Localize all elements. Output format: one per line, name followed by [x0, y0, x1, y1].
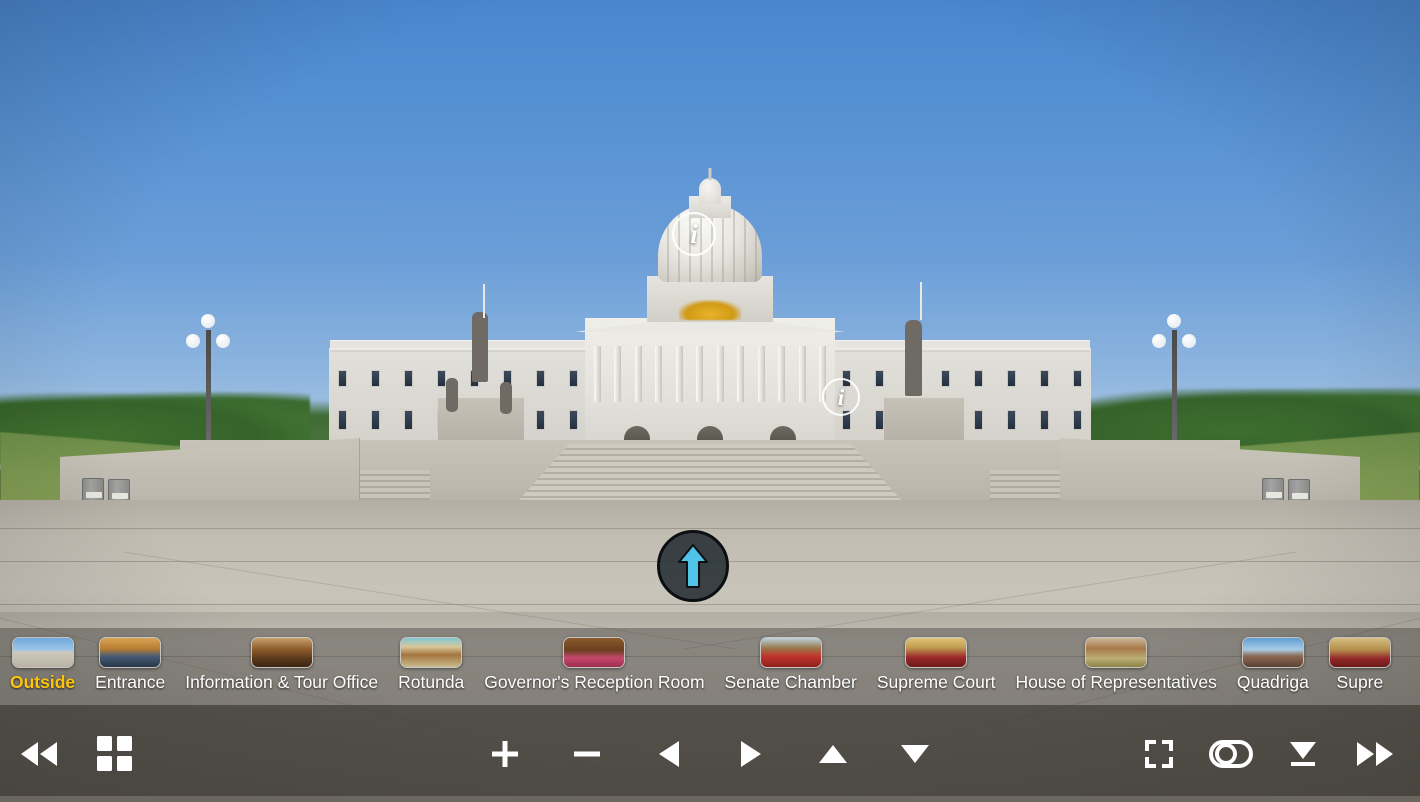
hide-thumbnails-icon[interactable]	[1278, 729, 1328, 779]
fullscreen-icon[interactable]	[1134, 729, 1184, 779]
rewind-icon[interactable]	[14, 729, 64, 779]
lamp-globe-left-b	[216, 334, 230, 348]
thumbnail-label: House of Representatives	[1015, 672, 1217, 692]
lamp-globe-left-a	[186, 334, 200, 348]
pan-right-icon[interactable]	[726, 729, 776, 779]
thumbnail-label: Rotunda	[398, 672, 465, 692]
fast-forward-glyph	[1357, 741, 1393, 766]
thumbnail-label: Quadriga	[1236, 672, 1309, 692]
thumbnail-preview-image	[905, 637, 968, 668]
pan-left-icon[interactable]	[644, 729, 694, 779]
monument-figure-left-a	[446, 378, 458, 412]
grid-glyph	[97, 735, 132, 771]
info-hotspot-facade[interactable]: i	[822, 378, 860, 416]
collapse-glyph	[1290, 741, 1316, 766]
thumbnail-preview-image	[1241, 637, 1304, 668]
lamp-post-right	[1172, 330, 1177, 448]
thumbnail-preview-image	[759, 637, 822, 668]
thumbnail-outside[interactable]: Outside	[0, 628, 85, 692]
window-bottom-edge	[0, 796, 1420, 802]
thumbnail-governor-s-reception-room[interactable]: Governor's Reception Room	[474, 628, 714, 692]
thumbnail-house-of-representatives[interactable]: House of Representatives	[1006, 628, 1227, 692]
plaza-seam	[0, 604, 1420, 605]
lamp-globe-right-top	[1167, 314, 1181, 328]
thumbnail-preview-image	[1085, 637, 1148, 668]
thumbnail-label: Senate Chamber	[724, 672, 857, 692]
thumbnail-preview-image	[1328, 637, 1391, 668]
quadriga-statue	[679, 300, 741, 320]
monument-figure-left-b	[500, 382, 512, 414]
grid-view-icon[interactable]	[90, 729, 140, 779]
thumbnail-preview-image	[563, 637, 626, 668]
thumbnail-label: Governor's Reception Room	[484, 672, 705, 692]
info-hotspot-glyph: i	[690, 218, 698, 249]
monument-statue-left	[472, 312, 488, 382]
panorama-viewer[interactable]: i i Outside Entrance Information & Tour Of…	[0, 0, 1420, 802]
fullscreen-glyph	[1145, 739, 1173, 768]
thumbnail-supreme-court[interactable]: Supreme Court	[867, 628, 1006, 692]
lamp-globe-right-a	[1152, 334, 1166, 348]
vr-goggles-icon[interactable]	[1206, 729, 1256, 779]
info-hotspot-dome[interactable]: i	[672, 212, 716, 256]
thumbnail-label: Information & Tour Office	[185, 672, 379, 692]
thumbnail-preview-image	[11, 637, 74, 668]
control-bar	[0, 705, 1420, 802]
rewind-glyph	[21, 741, 57, 766]
lamp-globe-left-top	[201, 314, 215, 328]
thumbnail-quadriga[interactable]: Quadriga	[1227, 628, 1319, 692]
up-arrow-icon	[678, 544, 708, 588]
thumbnail-senate-chamber[interactable]: Senate Chamber	[715, 628, 867, 692]
thumbnail-preview-image	[400, 637, 463, 668]
minus-glyph	[574, 751, 600, 756]
plus-glyph	[492, 740, 518, 767]
left-triangle-glyph	[659, 740, 679, 767]
thumbnail-supre[interactable]: Supre	[1319, 628, 1401, 692]
info-hotspot-glyph: i	[837, 384, 845, 410]
thumbnail-preview-image	[99, 637, 162, 668]
zoom-in-icon[interactable]	[480, 729, 530, 779]
right-triangle-glyph	[741, 740, 761, 767]
thumbnail-rotunda[interactable]: Rotunda	[388, 628, 474, 692]
thumbnail-label: Entrance	[95, 672, 166, 692]
scene-thumbnail-strip[interactable]: Outside Entrance Information & Tour Office…	[0, 628, 1420, 705]
pan-up-icon[interactable]	[808, 729, 858, 779]
thumbnail-label: Supreme Court	[876, 672, 996, 692]
fast-forward-icon[interactable]	[1350, 729, 1400, 779]
flagpole-right	[920, 282, 922, 320]
thumbnail-preview-image	[250, 637, 313, 668]
vr-glyph	[1209, 739, 1253, 768]
navigation-arrow-forward[interactable]	[657, 530, 729, 602]
thumbnail-label: Supre	[1336, 672, 1384, 692]
lamp-post-left	[206, 330, 211, 448]
zoom-out-icon[interactable]	[562, 729, 612, 779]
thumbnail-label: Outside	[10, 672, 76, 692]
thumbnail-information-tour-office[interactable]: Information & Tour Office	[175, 628, 388, 692]
down-triangle-glyph	[901, 744, 929, 763]
pan-down-icon[interactable]	[890, 729, 940, 779]
plaza-seam	[0, 528, 1420, 529]
up-triangle-glyph	[819, 744, 847, 763]
lamp-globe-right-b	[1182, 334, 1196, 348]
thumbnail-entrance[interactable]: Entrance	[85, 628, 175, 692]
flagpole-left	[483, 284, 485, 318]
monument-statue-right	[905, 320, 922, 396]
